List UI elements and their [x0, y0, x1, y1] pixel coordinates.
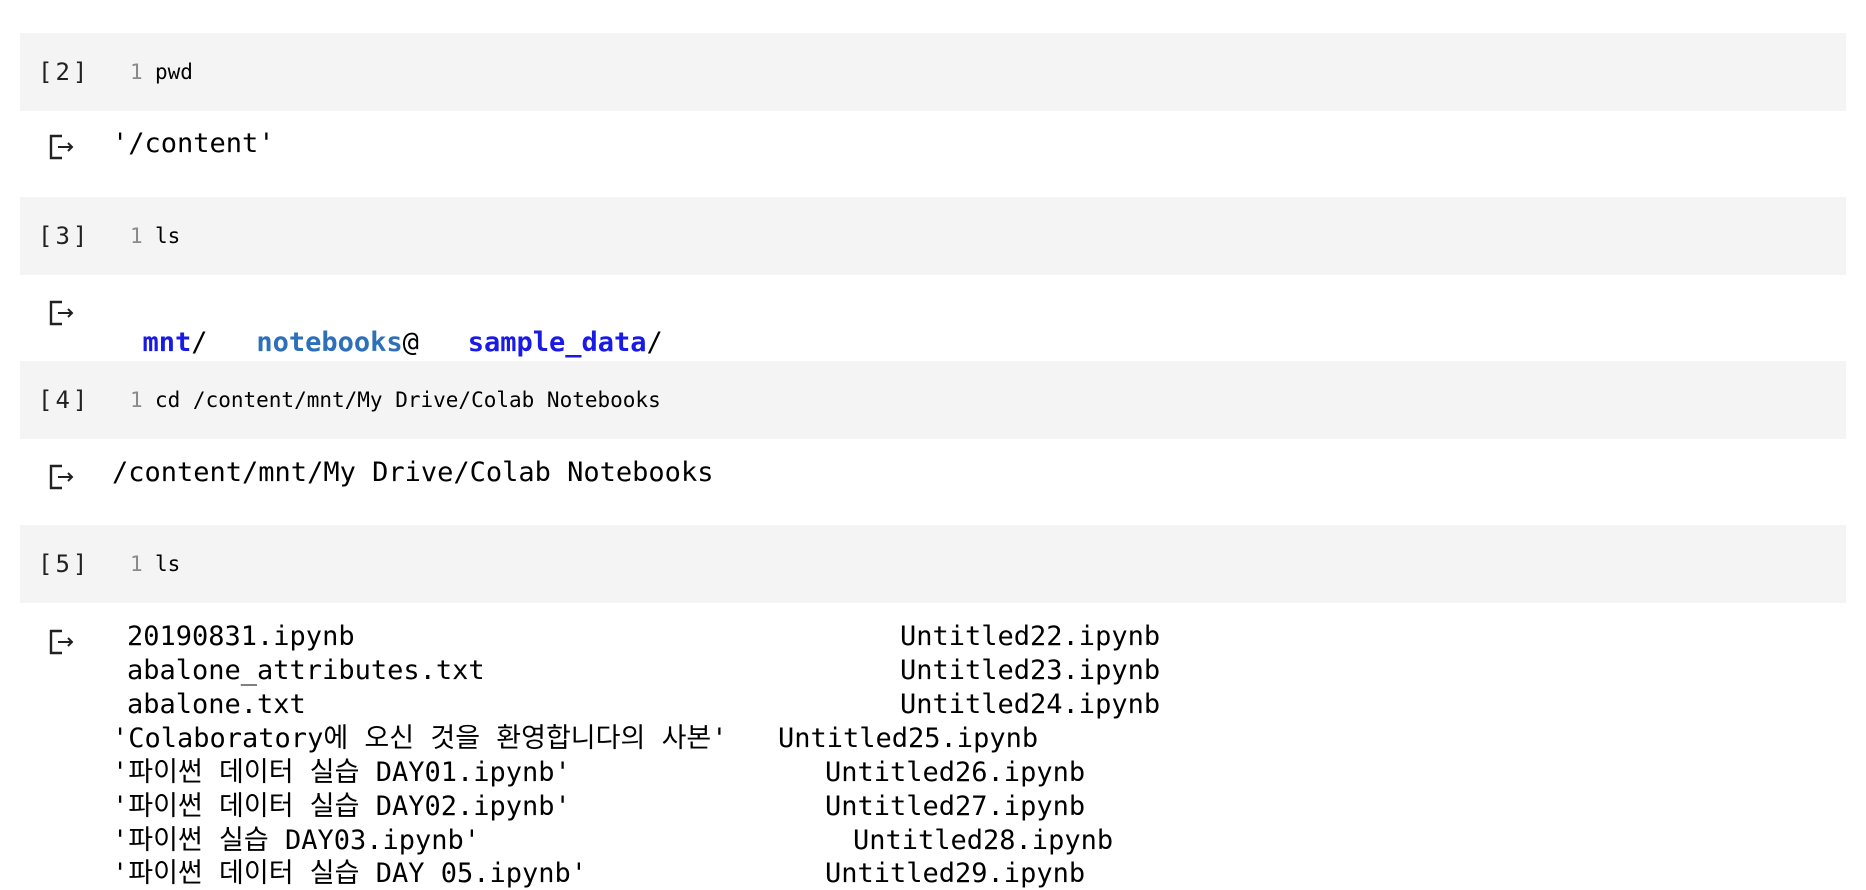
- output-arrow-icon: [49, 629, 74, 655]
- file-entry: Untitled22.ipynb: [900, 621, 1161, 652]
- link-suffix: @: [402, 327, 419, 358]
- line-number: 1: [130, 552, 143, 576]
- line-number: 1: [130, 60, 143, 84]
- code-editor[interactable]: ls: [155, 525, 180, 603]
- output-arrow-icon: [49, 300, 74, 326]
- execution-count: [5]: [38, 550, 91, 578]
- file-entry: '파이썬 데이터 실습 DAY 05.ipynb': [112, 858, 588, 889]
- cell-output: /content/mnt/My Drive/Colab Notebooks: [112, 457, 714, 488]
- line-number: 1: [130, 224, 143, 248]
- code-cell-3[interactable]: [3] 1 ls: [20, 197, 1846, 275]
- code-cell-4[interactable]: [4] 1 cd /content/mnt/My Drive/Colab Not…: [20, 361, 1846, 439]
- code-editor[interactable]: cd /content/mnt/My Drive/Colab Notebooks: [155, 361, 661, 439]
- file-entry: 'Colaboratory에 오신 것을 환영합니다의 사본': [112, 723, 728, 754]
- file-entry: Untitled26.ipynb: [825, 757, 1086, 788]
- link-entry-notebooks: notebooks: [256, 327, 403, 358]
- file-entry: '파이썬 데이터 실습 DAY02.ipynb': [112, 791, 571, 822]
- file-entry: abalone_attributes.txt: [127, 655, 485, 686]
- file-entry: '파이썬 데이터 실습 DAY01.ipynb': [112, 757, 571, 788]
- output-arrow-icon: [49, 464, 74, 490]
- file-entry: Untitled27.ipynb: [825, 791, 1086, 822]
- file-entry: Untitled25.ipynb: [778, 723, 1039, 754]
- dir-entry-mnt: mnt: [142, 327, 192, 358]
- file-entry: Untitled28.ipynb: [853, 825, 1114, 856]
- execution-count: [3]: [38, 222, 91, 250]
- line-number: 1: [130, 388, 143, 412]
- code-cell-5[interactable]: [5] 1 ls: [20, 525, 1846, 603]
- file-entry: Untitled24.ipynb: [900, 689, 1161, 720]
- cell-output: '/content': [112, 128, 275, 159]
- file-entry: Untitled23.ipynb: [900, 655, 1161, 686]
- code-editor[interactable]: ls: [155, 197, 180, 275]
- file-entry: '파이썬 실습 DAY03.ipynb': [112, 825, 481, 856]
- file-entry: abalone.txt: [127, 689, 306, 720]
- execution-count: [4]: [38, 386, 91, 414]
- code-cell-2[interactable]: [2] 1 pwd: [20, 33, 1846, 111]
- dir-entry-sample-data: sample_data: [467, 327, 647, 358]
- output-arrow-icon: [49, 134, 74, 160]
- cell-output: mnt/ notebooks@ sample_data/: [110, 292, 663, 360]
- code-editor[interactable]: pwd: [155, 33, 193, 111]
- dir-suffix: /: [646, 327, 663, 358]
- file-entry: 20190831.ipynb: [127, 621, 355, 652]
- execution-count: [2]: [38, 58, 91, 86]
- dir-suffix: /: [191, 327, 208, 358]
- file-entry: Untitled29.ipynb: [825, 858, 1086, 889]
